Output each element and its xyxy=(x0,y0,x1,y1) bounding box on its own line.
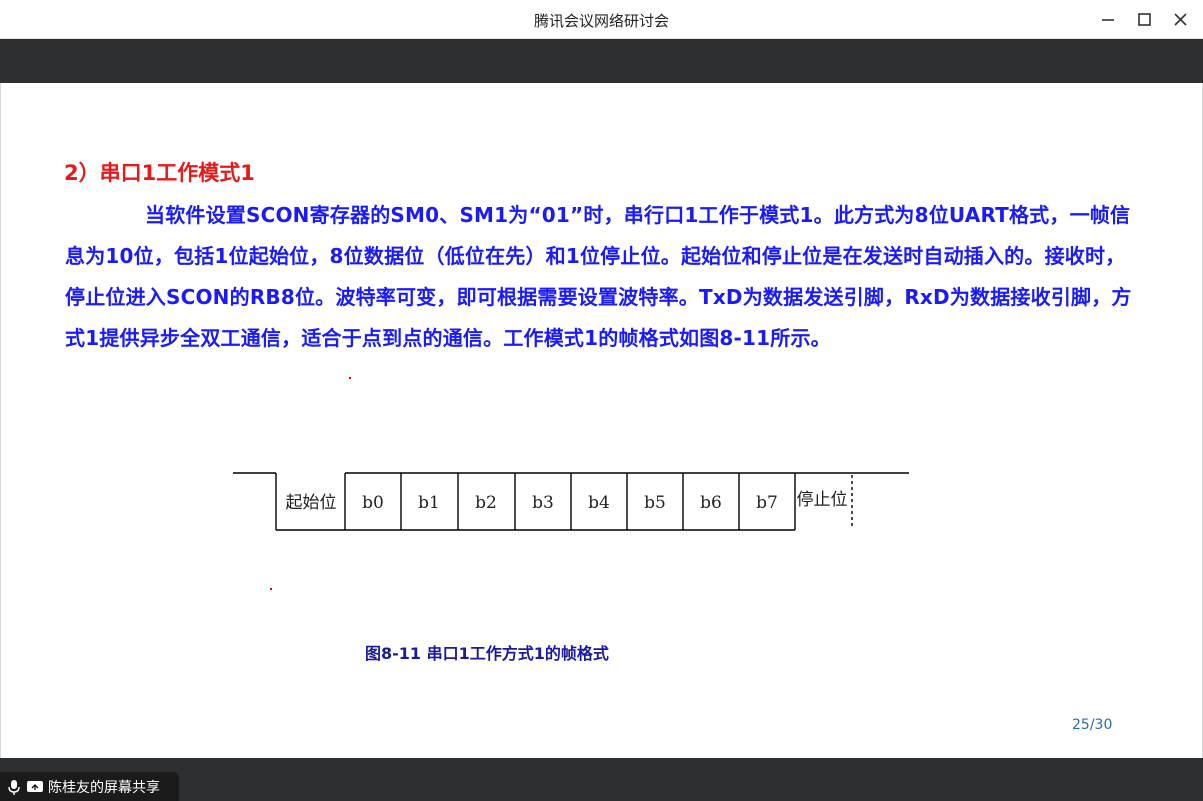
slide-paragraph: 当软件设置SCON寄存器的SM0、SM1为“01”时，串行口1工作于模式1。此方… xyxy=(65,203,1132,350)
bit-label: b4 xyxy=(588,493,610,513)
screen-share-indicator[interactable]: 陈桂友的屏幕共享 xyxy=(0,772,179,801)
close-icon xyxy=(1174,13,1187,26)
share-label: 陈桂友的屏幕共享 xyxy=(48,779,160,796)
shared-slide: 2）串口1工作模式1 当软件设置SCON寄存器的SM0、SM1为“01”时，串行… xyxy=(0,83,1203,758)
minimize-button[interactable] xyxy=(1094,6,1122,34)
start-bit-label: 起始位 xyxy=(286,493,337,513)
slide-heading: 2）串口1工作模式1 xyxy=(64,161,255,185)
bit-label: b7 xyxy=(756,493,778,513)
stop-bit-label: 停止位 xyxy=(797,490,848,510)
bottom-bar: 陈桂友的屏幕共享 xyxy=(0,758,1203,801)
bit-label: b5 xyxy=(644,493,666,513)
minimize-icon xyxy=(1102,19,1114,21)
title-bar: 腾讯会议网络研讨会 xyxy=(0,0,1203,39)
maximize-button[interactable] xyxy=(1131,6,1159,34)
stray-mark xyxy=(349,377,351,379)
bit-label: b0 xyxy=(362,493,384,513)
stray-mark xyxy=(270,588,272,590)
page-number: 25/30 xyxy=(1072,717,1113,733)
bit-label: b3 xyxy=(532,493,554,513)
meeting-toolbar xyxy=(0,39,1203,83)
bit-label: b6 xyxy=(700,493,722,513)
bit-label: b2 xyxy=(475,493,497,513)
window-title: 腾讯会议网络研讨会 xyxy=(533,12,669,30)
close-button[interactable] xyxy=(1167,6,1195,34)
screen-share-icon xyxy=(27,780,43,792)
microphone-icon xyxy=(8,779,20,795)
maximize-icon xyxy=(1138,13,1151,26)
bit-label: b1 xyxy=(418,493,440,513)
frame-format-diagram: 起始位 b0 b1 b2 b3 b4 b5 b6 b7 停止位 xyxy=(233,472,909,531)
figure-caption: 图8-11 串口1工作方式1的帧格式 xyxy=(365,644,609,663)
